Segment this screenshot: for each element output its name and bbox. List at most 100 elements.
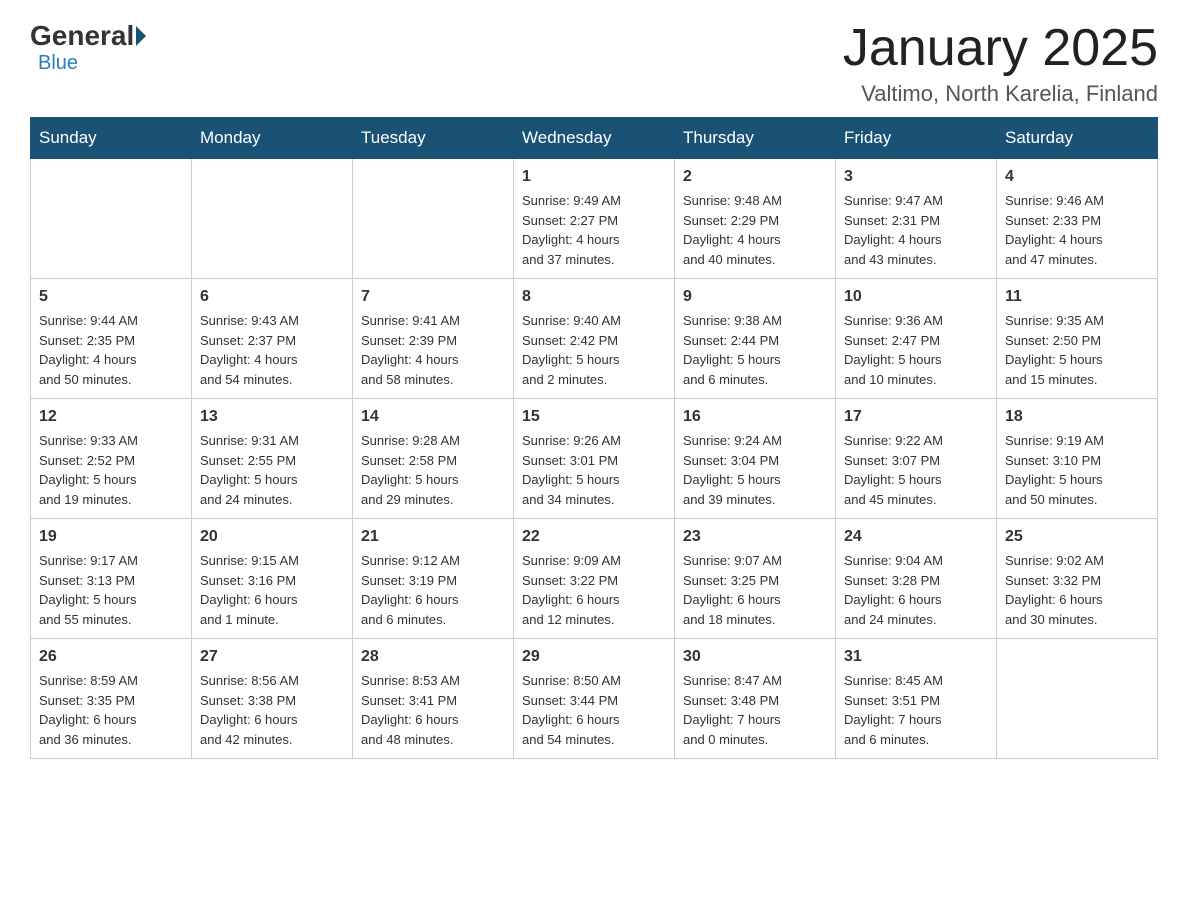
day-number: 5 [39, 285, 183, 309]
calendar-week-row: 1Sunrise: 9:49 AM Sunset: 2:27 PM Daylig… [31, 159, 1158, 279]
calendar-day-17: 17Sunrise: 9:22 AM Sunset: 3:07 PM Dayli… [836, 399, 997, 519]
calendar-day-22: 22Sunrise: 9:09 AM Sunset: 3:22 PM Dayli… [514, 519, 675, 639]
calendar-day-20: 20Sunrise: 9:15 AM Sunset: 3:16 PM Dayli… [192, 519, 353, 639]
calendar-day-6: 6Sunrise: 9:43 AM Sunset: 2:37 PM Daylig… [192, 279, 353, 399]
day-number: 10 [844, 285, 988, 309]
day-info: Sunrise: 8:45 AM Sunset: 3:51 PM Dayligh… [844, 671, 988, 749]
day-number: 4 [1005, 165, 1149, 189]
day-number: 13 [200, 405, 344, 429]
day-info: Sunrise: 8:47 AM Sunset: 3:48 PM Dayligh… [683, 671, 827, 749]
calendar-day-31: 31Sunrise: 8:45 AM Sunset: 3:51 PM Dayli… [836, 639, 997, 759]
day-number: 23 [683, 525, 827, 549]
day-number: 15 [522, 405, 666, 429]
month-title: January 2025 [843, 20, 1158, 77]
weekday-header-tuesday: Tuesday [353, 118, 514, 159]
day-info: Sunrise: 9:44 AM Sunset: 2:35 PM Dayligh… [39, 311, 183, 389]
day-number: 17 [844, 405, 988, 429]
day-number: 19 [39, 525, 183, 549]
logo: General Blue [30, 20, 148, 75]
day-info: Sunrise: 9:43 AM Sunset: 2:37 PM Dayligh… [200, 311, 344, 389]
page-header: General Blue January 2025 Valtimo, North… [30, 20, 1158, 107]
day-info: Sunrise: 9:38 AM Sunset: 2:44 PM Dayligh… [683, 311, 827, 389]
day-number: 1 [522, 165, 666, 189]
day-number: 6 [200, 285, 344, 309]
day-number: 7 [361, 285, 505, 309]
calendar-day-10: 10Sunrise: 9:36 AM Sunset: 2:47 PM Dayli… [836, 279, 997, 399]
day-number: 20 [200, 525, 344, 549]
calendar-day-27: 27Sunrise: 8:56 AM Sunset: 3:38 PM Dayli… [192, 639, 353, 759]
day-number: 8 [522, 285, 666, 309]
weekday-header-sunday: Sunday [31, 118, 192, 159]
calendar-day-4: 4Sunrise: 9:46 AM Sunset: 2:33 PM Daylig… [997, 159, 1158, 279]
calendar-day-9: 9Sunrise: 9:38 AM Sunset: 2:44 PM Daylig… [675, 279, 836, 399]
calendar-empty-cell [31, 159, 192, 279]
weekday-header-saturday: Saturday [997, 118, 1158, 159]
calendar-day-5: 5Sunrise: 9:44 AM Sunset: 2:35 PM Daylig… [31, 279, 192, 399]
weekday-header-row: SundayMondayTuesdayWednesdayThursdayFrid… [31, 118, 1158, 159]
day-info: Sunrise: 9:07 AM Sunset: 3:25 PM Dayligh… [683, 551, 827, 629]
calendar-day-11: 11Sunrise: 9:35 AM Sunset: 2:50 PM Dayli… [997, 279, 1158, 399]
calendar-day-12: 12Sunrise: 9:33 AM Sunset: 2:52 PM Dayli… [31, 399, 192, 519]
calendar-day-21: 21Sunrise: 9:12 AM Sunset: 3:19 PM Dayli… [353, 519, 514, 639]
calendar-day-3: 3Sunrise: 9:47 AM Sunset: 2:31 PM Daylig… [836, 159, 997, 279]
day-info: Sunrise: 8:59 AM Sunset: 3:35 PM Dayligh… [39, 671, 183, 749]
day-info: Sunrise: 9:26 AM Sunset: 3:01 PM Dayligh… [522, 431, 666, 509]
day-number: 16 [683, 405, 827, 429]
calendar-day-26: 26Sunrise: 8:59 AM Sunset: 3:35 PM Dayli… [31, 639, 192, 759]
weekday-header-friday: Friday [836, 118, 997, 159]
day-info: Sunrise: 9:40 AM Sunset: 2:42 PM Dayligh… [522, 311, 666, 389]
calendar-day-16: 16Sunrise: 9:24 AM Sunset: 3:04 PM Dayli… [675, 399, 836, 519]
calendar-day-28: 28Sunrise: 8:53 AM Sunset: 3:41 PM Dayli… [353, 639, 514, 759]
day-info: Sunrise: 9:31 AM Sunset: 2:55 PM Dayligh… [200, 431, 344, 509]
day-number: 24 [844, 525, 988, 549]
weekday-header-monday: Monday [192, 118, 353, 159]
day-info: Sunrise: 9:12 AM Sunset: 3:19 PM Dayligh… [361, 551, 505, 629]
calendar-empty-cell [353, 159, 514, 279]
calendar-empty-cell [192, 159, 353, 279]
calendar-table: SundayMondayTuesdayWednesdayThursdayFrid… [30, 117, 1158, 759]
day-info: Sunrise: 9:15 AM Sunset: 3:16 PM Dayligh… [200, 551, 344, 629]
calendar-day-1: 1Sunrise: 9:49 AM Sunset: 2:27 PM Daylig… [514, 159, 675, 279]
day-info: Sunrise: 9:24 AM Sunset: 3:04 PM Dayligh… [683, 431, 827, 509]
calendar-day-7: 7Sunrise: 9:41 AM Sunset: 2:39 PM Daylig… [353, 279, 514, 399]
day-number: 2 [683, 165, 827, 189]
day-number: 22 [522, 525, 666, 549]
calendar-day-2: 2Sunrise: 9:48 AM Sunset: 2:29 PM Daylig… [675, 159, 836, 279]
day-number: 30 [683, 645, 827, 669]
day-number: 18 [1005, 405, 1149, 429]
calendar-day-30: 30Sunrise: 8:47 AM Sunset: 3:48 PM Dayli… [675, 639, 836, 759]
day-info: Sunrise: 8:53 AM Sunset: 3:41 PM Dayligh… [361, 671, 505, 749]
weekday-header-thursday: Thursday [675, 118, 836, 159]
day-number: 25 [1005, 525, 1149, 549]
day-info: Sunrise: 9:36 AM Sunset: 2:47 PM Dayligh… [844, 311, 988, 389]
title-area: January 2025 Valtimo, North Karelia, Fin… [843, 20, 1158, 107]
day-number: 3 [844, 165, 988, 189]
calendar-day-8: 8Sunrise: 9:40 AM Sunset: 2:42 PM Daylig… [514, 279, 675, 399]
day-info: Sunrise: 9:33 AM Sunset: 2:52 PM Dayligh… [39, 431, 183, 509]
day-info: Sunrise: 9:41 AM Sunset: 2:39 PM Dayligh… [361, 311, 505, 389]
calendar-day-14: 14Sunrise: 9:28 AM Sunset: 2:58 PM Dayli… [353, 399, 514, 519]
calendar-day-24: 24Sunrise: 9:04 AM Sunset: 3:28 PM Dayli… [836, 519, 997, 639]
day-number: 28 [361, 645, 505, 669]
logo-blue-text: Blue [38, 52, 78, 74]
day-info: Sunrise: 9:46 AM Sunset: 2:33 PM Dayligh… [1005, 191, 1149, 269]
calendar-day-25: 25Sunrise: 9:02 AM Sunset: 3:32 PM Dayli… [997, 519, 1158, 639]
calendar-day-19: 19Sunrise: 9:17 AM Sunset: 3:13 PM Dayli… [31, 519, 192, 639]
day-number: 9 [683, 285, 827, 309]
day-info: Sunrise: 9:19 AM Sunset: 3:10 PM Dayligh… [1005, 431, 1149, 509]
logo-arrow-icon [136, 26, 146, 46]
day-number: 31 [844, 645, 988, 669]
calendar-day-29: 29Sunrise: 8:50 AM Sunset: 3:44 PM Dayli… [514, 639, 675, 759]
calendar-day-13: 13Sunrise: 9:31 AM Sunset: 2:55 PM Dayli… [192, 399, 353, 519]
day-info: Sunrise: 9:28 AM Sunset: 2:58 PM Dayligh… [361, 431, 505, 509]
calendar-week-row: 12Sunrise: 9:33 AM Sunset: 2:52 PM Dayli… [31, 399, 1158, 519]
calendar-week-row: 5Sunrise: 9:44 AM Sunset: 2:35 PM Daylig… [31, 279, 1158, 399]
day-info: Sunrise: 8:50 AM Sunset: 3:44 PM Dayligh… [522, 671, 666, 749]
calendar-empty-cell [997, 639, 1158, 759]
day-info: Sunrise: 9:09 AM Sunset: 3:22 PM Dayligh… [522, 551, 666, 629]
day-info: Sunrise: 9:04 AM Sunset: 3:28 PM Dayligh… [844, 551, 988, 629]
day-info: Sunrise: 9:48 AM Sunset: 2:29 PM Dayligh… [683, 191, 827, 269]
day-number: 29 [522, 645, 666, 669]
day-info: Sunrise: 8:56 AM Sunset: 3:38 PM Dayligh… [200, 671, 344, 749]
day-info: Sunrise: 9:02 AM Sunset: 3:32 PM Dayligh… [1005, 551, 1149, 629]
